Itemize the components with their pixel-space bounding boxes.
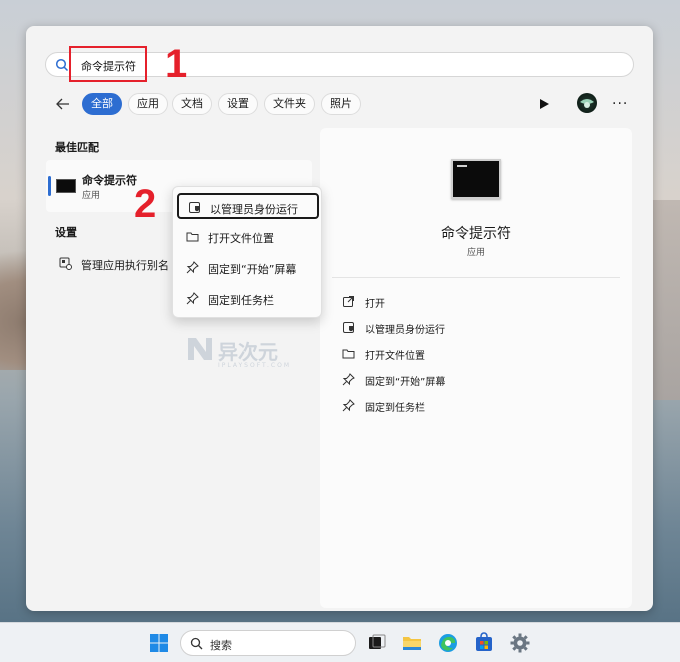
tab-apps[interactable]: 应用 (128, 93, 168, 115)
tab-folders[interactable]: 文件夹 (264, 93, 315, 115)
pin-icon (186, 261, 199, 274)
task-view-icon[interactable] (366, 632, 388, 654)
tab-photos[interactable]: 照片 (321, 93, 361, 115)
pin-icon (186, 292, 199, 305)
edge-browser-icon[interactable] (437, 632, 459, 654)
best-match-subtitle: 应用 (82, 191, 101, 201)
command-prompt-icon (56, 179, 76, 193)
folder-icon (342, 349, 355, 359)
action-pin-to-start-label: 固定到“开始”屏幕 (365, 377, 446, 388)
settings-gear-icon[interactable] (509, 632, 531, 654)
taskbar-search-placeholder: 搜索 (210, 639, 232, 652)
watermark: 异次元 IPLAYSOFT.COM (186, 336, 289, 369)
pin-icon (342, 399, 355, 412)
watermark-logo-icon (188, 338, 212, 360)
context-run-as-admin-label: 以管理员身份运行 (210, 203, 298, 216)
best-match-title: 命令提示符 (82, 174, 137, 187)
taskbar: 搜索 (0, 622, 680, 662)
play-icon[interactable] (538, 97, 550, 111)
search-icon (190, 637, 203, 650)
annotation-step-2: 2 (134, 182, 157, 226)
action-open-file-location-label: 打开文件位置 (365, 351, 425, 362)
action-run-as-admin-label: 以管理员身份运行 (365, 325, 445, 336)
folder-icon (186, 232, 199, 242)
context-pin-to-taskbar-label: 固定到任务栏 (208, 294, 274, 307)
context-open-file-location-label: 打开文件位置 (208, 232, 274, 245)
context-pin-to-taskbar[interactable]: 固定到任务栏 (177, 286, 319, 312)
more-options-icon[interactable]: ··· (612, 96, 628, 112)
avatar[interactable] (577, 93, 597, 113)
file-explorer-icon[interactable] (401, 632, 423, 654)
tab-all[interactable]: 全部 (82, 93, 122, 115)
windows-start-icon[interactable] (149, 633, 169, 653)
best-match-heading: 最佳匹配 (55, 141, 99, 154)
taskbar-search-box[interactable]: 搜索 (180, 630, 356, 656)
app-alias-settings-icon (59, 257, 72, 270)
pin-icon (342, 373, 355, 386)
annotation-box-search (69, 46, 147, 82)
action-pin-to-taskbar-label: 固定到任务栏 (365, 403, 425, 414)
context-menu: 以管理员身份运行 打开文件位置 固定到“开始”屏幕 固定到任务栏 (172, 186, 322, 318)
context-run-as-admin[interactable]: 以管理员身份运行 (177, 193, 319, 219)
preview-app-title: 命令提示符 (441, 226, 511, 242)
open-external-icon (343, 296, 354, 307)
tab-documents[interactable]: 文档 (172, 93, 212, 115)
selection-indicator (48, 176, 51, 196)
action-open-label: 打开 (365, 299, 385, 310)
tab-settings[interactable]: 设置 (218, 93, 258, 115)
settings-heading: 设置 (55, 226, 77, 239)
avatar-image-icon (580, 99, 594, 108)
microsoft-store-icon[interactable] (473, 632, 495, 654)
back-arrow-icon[interactable] (55, 96, 71, 112)
command-prompt-large-icon (451, 159, 501, 199)
context-pin-to-start[interactable]: 固定到“开始”屏幕 (177, 255, 319, 281)
search-icon (55, 58, 69, 72)
annotation-step-1: 1 (165, 42, 188, 86)
preview-divider (332, 277, 620, 278)
app-preview-pane: 命令提示符 应用 打开 以管理员身份运行 打开文件位置 固定到“开始”屏幕 固定… (320, 128, 632, 608)
watermark-title: 异次元 (218, 340, 278, 364)
shield-icon (343, 322, 354, 333)
start-search-panel: 命令提示符 1 全部 应用 文档 设置 文件夹 照片 ··· 最佳匹配 命令提示… (26, 26, 653, 611)
watermark-subtitle: IPLAYSOFT.COM (218, 362, 291, 369)
preview-app-subtitle: 应用 (466, 248, 485, 258)
context-pin-to-start-label: 固定到“开始”屏幕 (208, 263, 297, 276)
context-open-file-location[interactable]: 打开文件位置 (177, 224, 319, 250)
shield-icon (189, 202, 200, 213)
settings-item-app-aliases[interactable]: 管理应用执行别名 (81, 257, 169, 273)
